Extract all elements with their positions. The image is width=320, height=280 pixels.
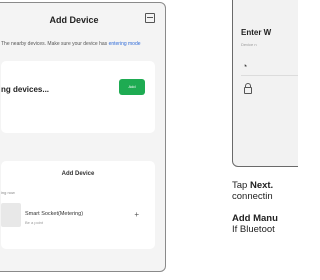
add-manually-heading: Add Manu	[232, 213, 278, 224]
add-device-description: The nearby devices. Make sure your devic…	[1, 41, 141, 47]
pairing-mode-link[interactable]: entering mode	[109, 41, 141, 47]
searching-card: ng devices... Add	[1, 61, 155, 133]
add-device-plus-icon[interactable]: +	[134, 210, 139, 219]
manual-add-card: Add Device ing now Smart Socket(Metering…	[1, 161, 155, 249]
lock-icon	[244, 83, 252, 94]
add-button[interactable]: Add	[119, 79, 145, 95]
page: Add Device The nearby devices. Make sure…	[0, 0, 298, 280]
wifi-field-divider	[241, 75, 298, 76]
left-phone-screen: Add Device The nearby devices. Make sure…	[0, 2, 166, 272]
device-subtitle: Be a point	[25, 220, 44, 225]
manual-section-title: Add Device	[61, 171, 95, 177]
enter-wifi-title: Enter W	[241, 28, 272, 37]
instruction-line-4: If Bluetoot	[232, 224, 275, 235]
scan-icon[interactable]	[145, 13, 155, 23]
wifi-icon: ◔	[242, 61, 248, 71]
device-name[interactable]: Smart Socket(Metering)	[25, 211, 83, 217]
socket-icon	[1, 203, 21, 227]
searching-label: ng devices...	[1, 85, 50, 94]
add-device-title: Add Device	[49, 15, 99, 25]
instruction-line-2: connectin	[232, 191, 273, 202]
right-phone-screen: Enter W Device n ◔	[232, 0, 298, 167]
enter-wifi-subtitle: Device n	[241, 42, 257, 47]
manual-section-subtitle: ing now	[1, 190, 15, 195]
instruction-line-1: Tap Next.	[232, 180, 274, 191]
